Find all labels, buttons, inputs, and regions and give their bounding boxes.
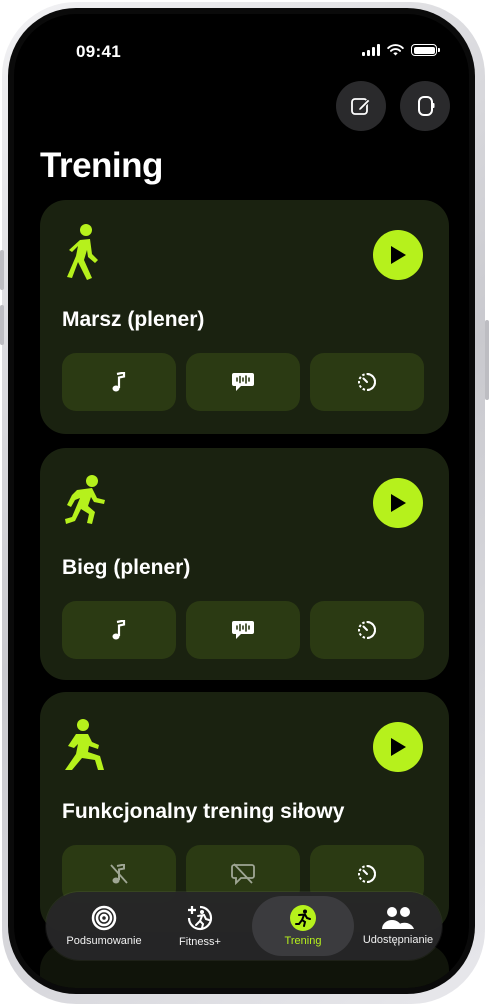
- workout-card-run[interactable]: Bieg (plener): [40, 448, 449, 680]
- status-time: 09:41: [76, 42, 121, 61]
- walking-figure-icon: [62, 222, 106, 287]
- play-icon: [391, 246, 406, 264]
- voice-feedback-icon: [232, 621, 254, 639]
- status-icons: [362, 44, 440, 56]
- running-icon: [290, 905, 316, 931]
- running-figure-icon: [62, 474, 108, 531]
- workout-name: Bieg (plener): [62, 556, 191, 579]
- timer-icon: [358, 865, 377, 883]
- music-note-icon: [112, 372, 126, 392]
- media-button[interactable]: [62, 353, 176, 411]
- battery-icon: [411, 44, 440, 56]
- activity-rings-icon: [91, 905, 117, 931]
- workout-card-walk[interactable]: Marsz (plener): [40, 200, 449, 434]
- wifi-icon: [387, 44, 404, 56]
- tab-bar: Podsumowanie Fitness+ Trening Udostępnia…: [46, 892, 442, 960]
- workout-options: [62, 601, 424, 659]
- tab-fitness-plus[interactable]: Fitness+: [158, 892, 242, 960]
- timer-icon: [358, 621, 377, 639]
- page-title: Trening: [40, 146, 163, 185]
- tab-sharing[interactable]: Udostępnianie: [356, 892, 440, 960]
- tab-label: Fitness+: [179, 936, 221, 948]
- watch-button[interactable]: [400, 81, 450, 131]
- play-icon: [391, 738, 406, 756]
- timer-icon: [358, 373, 377, 391]
- tab-label: Udostępnianie: [362, 934, 434, 946]
- workout-name: Marsz (plener): [62, 308, 205, 331]
- cellular-signal-icon: [362, 44, 380, 56]
- volume-up-button: [0, 250, 4, 290]
- start-workout-button[interactable]: [373, 478, 423, 528]
- edit-button[interactable]: [336, 81, 386, 131]
- start-workout-button[interactable]: [373, 722, 423, 772]
- music-note-icon: [112, 620, 126, 640]
- start-workout-button[interactable]: [373, 230, 423, 280]
- screen: 09:41 Trening Marsz (plener) Bieg (plene…: [14, 14, 469, 988]
- volume-down-button: [0, 305, 4, 345]
- people-icon: [382, 907, 414, 929]
- tab-summary[interactable]: Podsumowanie: [54, 892, 154, 960]
- workout-options: [62, 353, 424, 411]
- voice-feedback-button[interactable]: [186, 601, 300, 659]
- voice-feedback-off-icon: [231, 863, 255, 885]
- tab-workout[interactable]: Trening: [252, 896, 354, 956]
- side-button: [485, 320, 489, 400]
- workout-name: Funkcjonalny trening siłowy: [62, 800, 345, 823]
- watch-icon: [418, 96, 435, 116]
- voice-feedback-icon: [232, 373, 254, 391]
- timer-button[interactable]: [310, 601, 424, 659]
- tab-label: Trening: [284, 935, 322, 947]
- music-off-icon: [110, 864, 128, 884]
- fitness-plus-icon: [187, 905, 213, 931]
- media-button[interactable]: [62, 601, 176, 659]
- strength-figure-icon: [62, 718, 108, 775]
- play-icon: [391, 494, 406, 512]
- edit-icon: [351, 98, 371, 115]
- timer-button[interactable]: [310, 353, 424, 411]
- tab-label: Podsumowanie: [66, 935, 142, 947]
- voice-feedback-button[interactable]: [186, 353, 300, 411]
